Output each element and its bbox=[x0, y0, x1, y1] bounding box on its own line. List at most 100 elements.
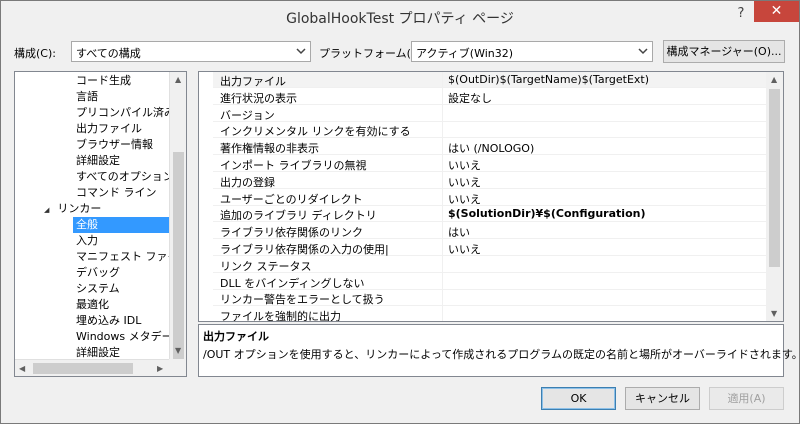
tree-scroll-thumb[interactable] bbox=[173, 152, 184, 362]
chevron-down-icon bbox=[638, 48, 648, 55]
property-row[interactable]: 出力ファイル $(OutDir)$(TargetName)$(TargetExt) bbox=[199, 72, 767, 88]
property-value[interactable]: 設定なし bbox=[448, 90, 492, 106]
grid-scroll-thumb[interactable] bbox=[769, 89, 780, 267]
property-value[interactable]: いいえ bbox=[448, 241, 481, 257]
property-name: ファイルを強制的に出力 bbox=[220, 310, 341, 322]
tree-item-label: デバッグ bbox=[76, 266, 120, 279]
scroll-right-icon[interactable]: ▶ bbox=[157, 364, 163, 373]
property-row[interactable]: ライブラリ依存関係のリンク はい bbox=[199, 223, 767, 240]
scroll-down-icon[interactable]: ▼ bbox=[771, 309, 777, 318]
configuration-value: すべての構成 bbox=[76, 47, 141, 60]
tree-item-label: Windows メタデータ bbox=[76, 330, 184, 343]
tree-item[interactable]: コード生成 bbox=[73, 73, 169, 89]
scroll-left-icon[interactable]: ◀ bbox=[19, 364, 25, 373]
property-value[interactable]: はい (/NOLOGO) bbox=[448, 140, 534, 156]
ok-button[interactable]: OK bbox=[541, 387, 616, 410]
description-panel: 出力ファイル /OUT オプションを使用すると、リンカーによって作成されるプログ… bbox=[198, 324, 800, 377]
scroll-up-icon[interactable]: ▲ bbox=[175, 75, 181, 84]
property-value[interactable]: いいえ bbox=[448, 191, 481, 207]
tree-item-label: システム bbox=[76, 282, 120, 295]
property-row[interactable]: ファイルを強制的に出力 bbox=[199, 307, 767, 322]
tree-hscroll-thumb[interactable] bbox=[33, 363, 133, 374]
property-name: ライブラリ依存関係のリンク bbox=[220, 226, 363, 240]
property-value[interactable]: $(OutDir)$(TargetName)$(TargetExt) bbox=[448, 73, 649, 86]
property-pages-window: GlobalHookTest プロパティ ページ ? ✕ 構成(C): すべての… bbox=[0, 0, 800, 424]
platform-combo[interactable]: アクティブ(Win32) bbox=[411, 41, 653, 62]
grid-column-divider[interactable] bbox=[442, 72, 443, 321]
property-row[interactable]: インクリメンタル リンクを有効にする bbox=[199, 122, 767, 139]
property-name: リンク ステータス bbox=[220, 259, 312, 273]
tree-item-label: 詳細設定 bbox=[76, 346, 120, 359]
tree-item-label: ブラウザー情報 bbox=[76, 138, 153, 151]
tree-item[interactable]: ◢ リンカー bbox=[44, 201, 169, 217]
tree-item[interactable]: デバッグ bbox=[73, 265, 169, 281]
property-name: インクリメンタル リンクを有効にする bbox=[220, 125, 411, 139]
tree-item-label: コマンド ライン bbox=[76, 186, 157, 199]
property-row[interactable]: バージョン bbox=[199, 106, 767, 122]
property-row[interactable]: 著作権情報の非表示 はい (/NOLOGO) bbox=[199, 139, 767, 156]
property-value[interactable]: $(SolutionDir)¥$(Configuration) bbox=[448, 207, 645, 220]
tree-item-label: 全般 bbox=[76, 218, 98, 231]
close-button[interactable]: ✕ bbox=[754, 1, 799, 22]
tree-item[interactable]: 出力ファイル bbox=[73, 121, 169, 137]
property-name: 追加のライブラリ ディレクトリ bbox=[220, 209, 377, 223]
tree-item-label: 最適化 bbox=[76, 298, 109, 311]
property-value[interactable]: はい bbox=[448, 224, 470, 240]
grid-gutter bbox=[199, 72, 213, 321]
property-name: DLL をバインディングしない bbox=[220, 276, 365, 290]
property-name: バージョン bbox=[220, 108, 275, 122]
tree-item[interactable]: 入力 bbox=[73, 233, 169, 249]
property-name: 著作権情報の非表示 bbox=[220, 142, 319, 156]
scroll-down-icon[interactable]: ▼ bbox=[175, 346, 181, 355]
tree-item-label: 言語 bbox=[76, 90, 98, 103]
cancel-button[interactable]: キャンセル bbox=[625, 387, 700, 410]
property-name: インポート ライブラリの無視 bbox=[220, 159, 367, 172]
tree-item[interactable]: Windows メタデータ bbox=[73, 329, 184, 345]
grid-vertical-scrollbar[interactable]: ▲ ▼ bbox=[766, 72, 783, 321]
property-row[interactable]: リンカー警告をエラーとして扱う bbox=[199, 290, 767, 307]
configuration-combo[interactable]: すべての構成 bbox=[71, 41, 311, 62]
tree-item[interactable]: すべてのオプション bbox=[73, 169, 174, 185]
apply-button[interactable]: 適用(A) bbox=[709, 387, 784, 410]
title-bar[interactable]: GlobalHookTest プロパティ ページ ? ✕ bbox=[1, 1, 799, 32]
scroll-corner bbox=[169, 359, 186, 376]
property-grid[interactable]: 出力ファイル $(OutDir)$(TargetName)$(TargetExt)… bbox=[198, 71, 784, 322]
tree-item[interactable]: 全般 bbox=[73, 217, 169, 233]
chevron-down-icon bbox=[296, 48, 306, 55]
property-row[interactable]: 追加のライブラリ ディレクトリ $(SolutionDir)¥$(Configur… bbox=[199, 206, 767, 223]
platform-value: アクティブ(Win32) bbox=[416, 47, 514, 60]
tree-item-label: コード生成 bbox=[76, 74, 131, 87]
description-title: 出力ファイル bbox=[203, 330, 269, 343]
tree-item[interactable]: 詳細設定 bbox=[73, 153, 169, 169]
tree-expander-icon[interactable]: ◢ bbox=[44, 206, 49, 214]
scroll-up-icon[interactable]: ▲ bbox=[771, 75, 777, 84]
property-value[interactable]: いいえ bbox=[448, 157, 481, 173]
tree-item-label: 埋め込み IDL bbox=[76, 314, 142, 327]
tree-item[interactable]: マニフェスト ファイル bbox=[73, 249, 186, 265]
property-row[interactable]: ライブラリ依存関係の入力の使用| いいえ bbox=[199, 240, 767, 256]
tree-item[interactable]: システム bbox=[73, 281, 169, 297]
tree-vertical-scrollbar[interactable]: ▲ ▼ bbox=[169, 72, 186, 362]
property-name: リンカー警告をエラーとして扱う bbox=[220, 293, 385, 307]
tree-horizontal-scrollbar[interactable]: ◀ ▶ bbox=[15, 359, 169, 376]
tree-item[interactable]: ブラウザー情報 bbox=[73, 137, 169, 153]
tree-item-label: 出力ファイル bbox=[76, 122, 142, 135]
help-button[interactable]: ? bbox=[729, 4, 753, 24]
property-row[interactable]: ユーザーごとのリダイレクト いいえ bbox=[199, 190, 767, 206]
property-name: ライブラリ依存関係の入力の使用| bbox=[220, 243, 389, 256]
tree-item-label: リンカー bbox=[57, 202, 102, 215]
window-title: GlobalHookTest プロパティ ページ bbox=[286, 11, 514, 27]
tree-item[interactable]: 埋め込み IDL bbox=[73, 313, 169, 329]
property-row[interactable]: 進行状況の表示 設定なし bbox=[199, 89, 767, 105]
property-row[interactable]: 出力の登録 いいえ bbox=[199, 173, 767, 189]
property-value[interactable]: いいえ bbox=[448, 174, 481, 190]
category-tree[interactable]: コード生成 言語 プリコンパイル済みヘッ 出力ファイル ブラウザー情報 詳細設定 すべてのオ… bbox=[14, 71, 187, 377]
configuration-manager-button[interactable]: 構成マネージャー(O)... bbox=[663, 40, 785, 63]
property-row[interactable]: リンク ステータス bbox=[199, 257, 767, 273]
tree-item[interactable]: プリコンパイル済みヘッ bbox=[73, 105, 186, 121]
tree-item[interactable]: 最適化 bbox=[73, 297, 169, 313]
property-row[interactable]: DLL をバインディングしない bbox=[199, 274, 767, 290]
tree-item[interactable]: 言語 bbox=[73, 89, 169, 105]
property-row[interactable]: インポート ライブラリの無視 いいえ bbox=[199, 156, 767, 172]
tree-item[interactable]: コマンド ライン bbox=[73, 185, 169, 201]
